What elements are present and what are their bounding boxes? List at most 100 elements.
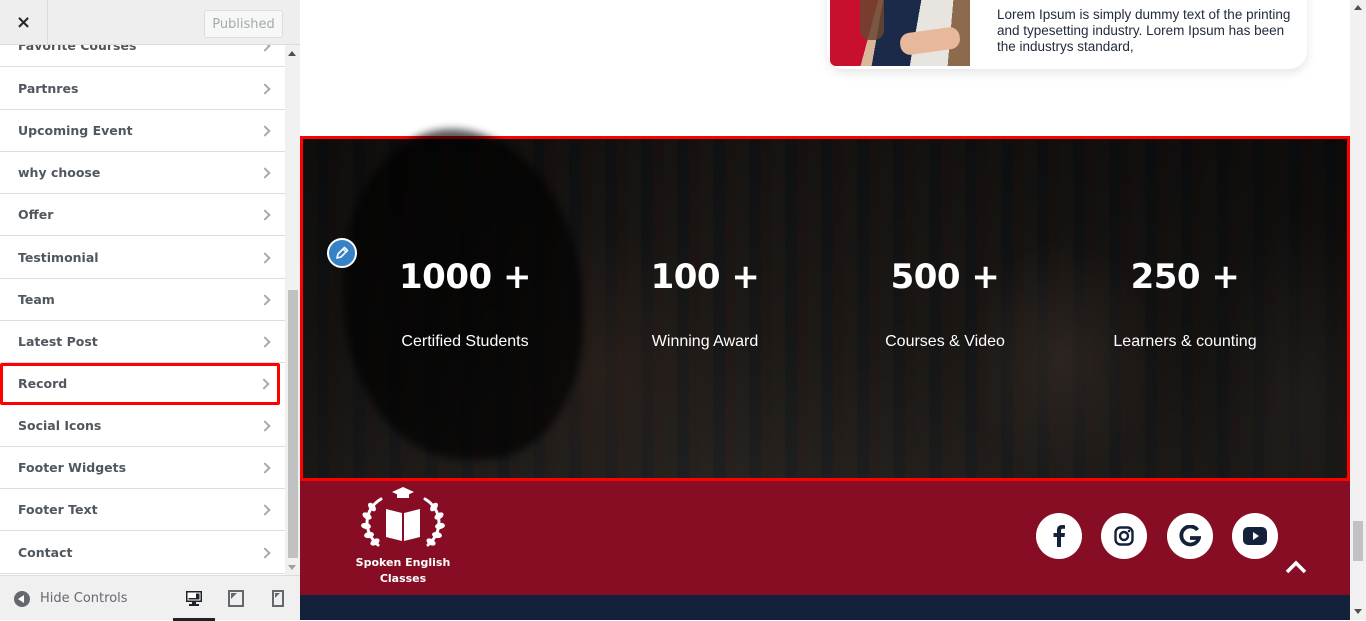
sidebar-item-label: Partnres [18, 81, 79, 96]
logo-text-line2: Classes [379, 572, 427, 585]
sidebar-scrollbar[interactable] [285, 45, 300, 575]
scroll-to-top-button[interactable] [1284, 555, 1308, 579]
scrollbar-thumb[interactable] [1353, 521, 1363, 561]
record-section[interactable]: 1000 + Certified Students 100 + Winning … [300, 129, 1350, 481]
students-image [830, 0, 970, 66]
section-list: Favorite Courses Partnres Upcoming Event… [0, 45, 285, 575]
stat-number: 100 + [650, 257, 760, 297]
facebook-icon [1053, 525, 1065, 547]
scrollbar-thumb[interactable] [288, 290, 298, 558]
facebook-link[interactable] [1036, 513, 1082, 559]
stat-label: Courses & Video [885, 333, 1005, 350]
publish-button[interactable]: Published [204, 10, 283, 38]
customizer-footer: Hide Controls [0, 575, 300, 621]
chevron-right-icon [259, 546, 271, 559]
site-logo[interactable]: Spoken English Classes [348, 485, 458, 587]
chevron-right-icon [259, 82, 271, 95]
stat-number: 1000 + [399, 257, 531, 297]
scroll-up-arrow-icon[interactable] [1354, 5, 1362, 10]
desktop-preview-button[interactable] [173, 576, 215, 621]
stat-number: 250 + [1130, 257, 1240, 297]
edit-section-button[interactable] [327, 238, 357, 268]
sidebar-item-label: Favorite Courses [18, 45, 137, 53]
footer-bottom-bar [300, 595, 1350, 620]
sidebar-item-label: Team [18, 292, 55, 307]
sidebar-item-label: Footer Text [18, 502, 98, 517]
chevron-right-icon [259, 503, 271, 516]
sidebar-item-testimonial[interactable]: Testimonial [0, 237, 285, 279]
chevron-right-icon [259, 45, 271, 52]
tablet-preview-button[interactable] [215, 576, 257, 621]
customizer-sidebar: × Published Favorite Courses Partnres Up… [0, 0, 300, 621]
google-link[interactable] [1167, 513, 1213, 559]
stat-learners-counting: 250 + Learners & counting [1065, 249, 1305, 351]
chevron-right-icon [259, 166, 271, 179]
hide-controls-button[interactable]: Hide Controls [14, 576, 128, 621]
sidebar-item-label: Offer [18, 207, 54, 222]
sidebar-item-contact[interactable]: Contact [0, 532, 285, 574]
sidebar-item-social-icons[interactable]: Social Icons [0, 405, 285, 447]
sidebar-item-label: Contact [18, 545, 73, 560]
chevron-right-icon [259, 208, 271, 221]
sidebar-item-team[interactable]: Team [0, 279, 285, 321]
scroll-up-arrow-icon[interactable] [288, 51, 296, 56]
chevron-right-icon [259, 251, 271, 264]
book-laurel-logo-icon [361, 487, 445, 547]
stat-number: 500 + [890, 257, 1000, 297]
sidebar-item-why-choose[interactable]: why choose [0, 152, 285, 194]
stat-winning-award: 100 + Winning Award [585, 249, 825, 351]
sidebar-item-latest-post[interactable]: Latest Post [0, 321, 285, 363]
desktop-icon [186, 591, 202, 606]
close-icon: × [15, 12, 32, 33]
image-detail [860, 0, 884, 40]
youtube-link[interactable] [1232, 513, 1278, 559]
scroll-down-arrow-icon[interactable] [288, 565, 296, 570]
preview-scrollbar[interactable] [1350, 0, 1366, 620]
customizer-header: × Published [0, 0, 300, 45]
site-preview: Lorem Ipsum is simply dummy text of the … [300, 0, 1350, 620]
close-customizer-button[interactable]: × [0, 0, 48, 45]
chevron-right-icon [259, 335, 271, 348]
mobile-icon [272, 590, 284, 607]
stat-certified-students: 1000 + Certified Students [345, 249, 585, 351]
youtube-icon [1243, 527, 1267, 545]
chevron-right-icon [259, 461, 271, 474]
chevron-right-icon [259, 419, 271, 432]
sidebar-item-upcoming-event[interactable]: Upcoming Event [0, 110, 285, 152]
sidebar-item-partnres[interactable]: Partnres [0, 68, 285, 110]
image-detail [898, 25, 962, 57]
instagram-icon [1114, 526, 1134, 546]
logo-text-line1: Spoken English [355, 556, 451, 569]
sidebar-item-offer[interactable]: Offer [0, 194, 285, 236]
google-icon [1179, 525, 1201, 547]
hide-controls-label: Hide Controls [40, 591, 128, 606]
sidebar-item-footer-text[interactable]: Footer Text [0, 489, 285, 531]
testimonial-text: Lorem Ipsum is simply dummy text of the … [997, 7, 1291, 54]
sidebar-item-footer-widgets[interactable]: Footer Widgets [0, 447, 285, 489]
stat-courses-video: 500 + Courses & Video [825, 249, 1065, 351]
sidebar-item-label: Latest Post [18, 334, 98, 349]
collapse-arrow-icon [14, 590, 30, 607]
pencil-icon [336, 246, 349, 259]
sidebar-item-favorite-courses[interactable]: Favorite Courses [0, 45, 285, 67]
site-footer: Spoken English Classes [300, 481, 1350, 595]
tablet-icon [228, 590, 244, 607]
scroll-down-arrow-icon[interactable] [1354, 609, 1362, 614]
stat-label: Winning Award [651, 333, 759, 350]
sidebar-item-label: Testimonial [18, 250, 99, 265]
instagram-link[interactable] [1101, 513, 1147, 559]
stat-label: Learners & counting [1113, 333, 1257, 350]
stat-label: Certified Students [401, 333, 529, 350]
mobile-preview-button[interactable] [257, 576, 299, 621]
sidebar-item-label: Footer Widgets [18, 460, 127, 475]
chevron-up-icon [1285, 560, 1307, 574]
chevron-right-icon [258, 377, 270, 390]
sidebar-item-label: why choose [18, 165, 101, 180]
sidebar-item-label: Social Icons [18, 418, 102, 433]
sidebar-item-label: Upcoming Event [18, 123, 133, 138]
sidebar-item-record[interactable]: Record [0, 363, 280, 405]
chevron-right-icon [259, 124, 271, 137]
sidebar-item-label: Record [18, 376, 68, 391]
chevron-right-icon [259, 293, 271, 306]
testimonial-card: Lorem Ipsum is simply dummy text of the … [827, 0, 1307, 69]
